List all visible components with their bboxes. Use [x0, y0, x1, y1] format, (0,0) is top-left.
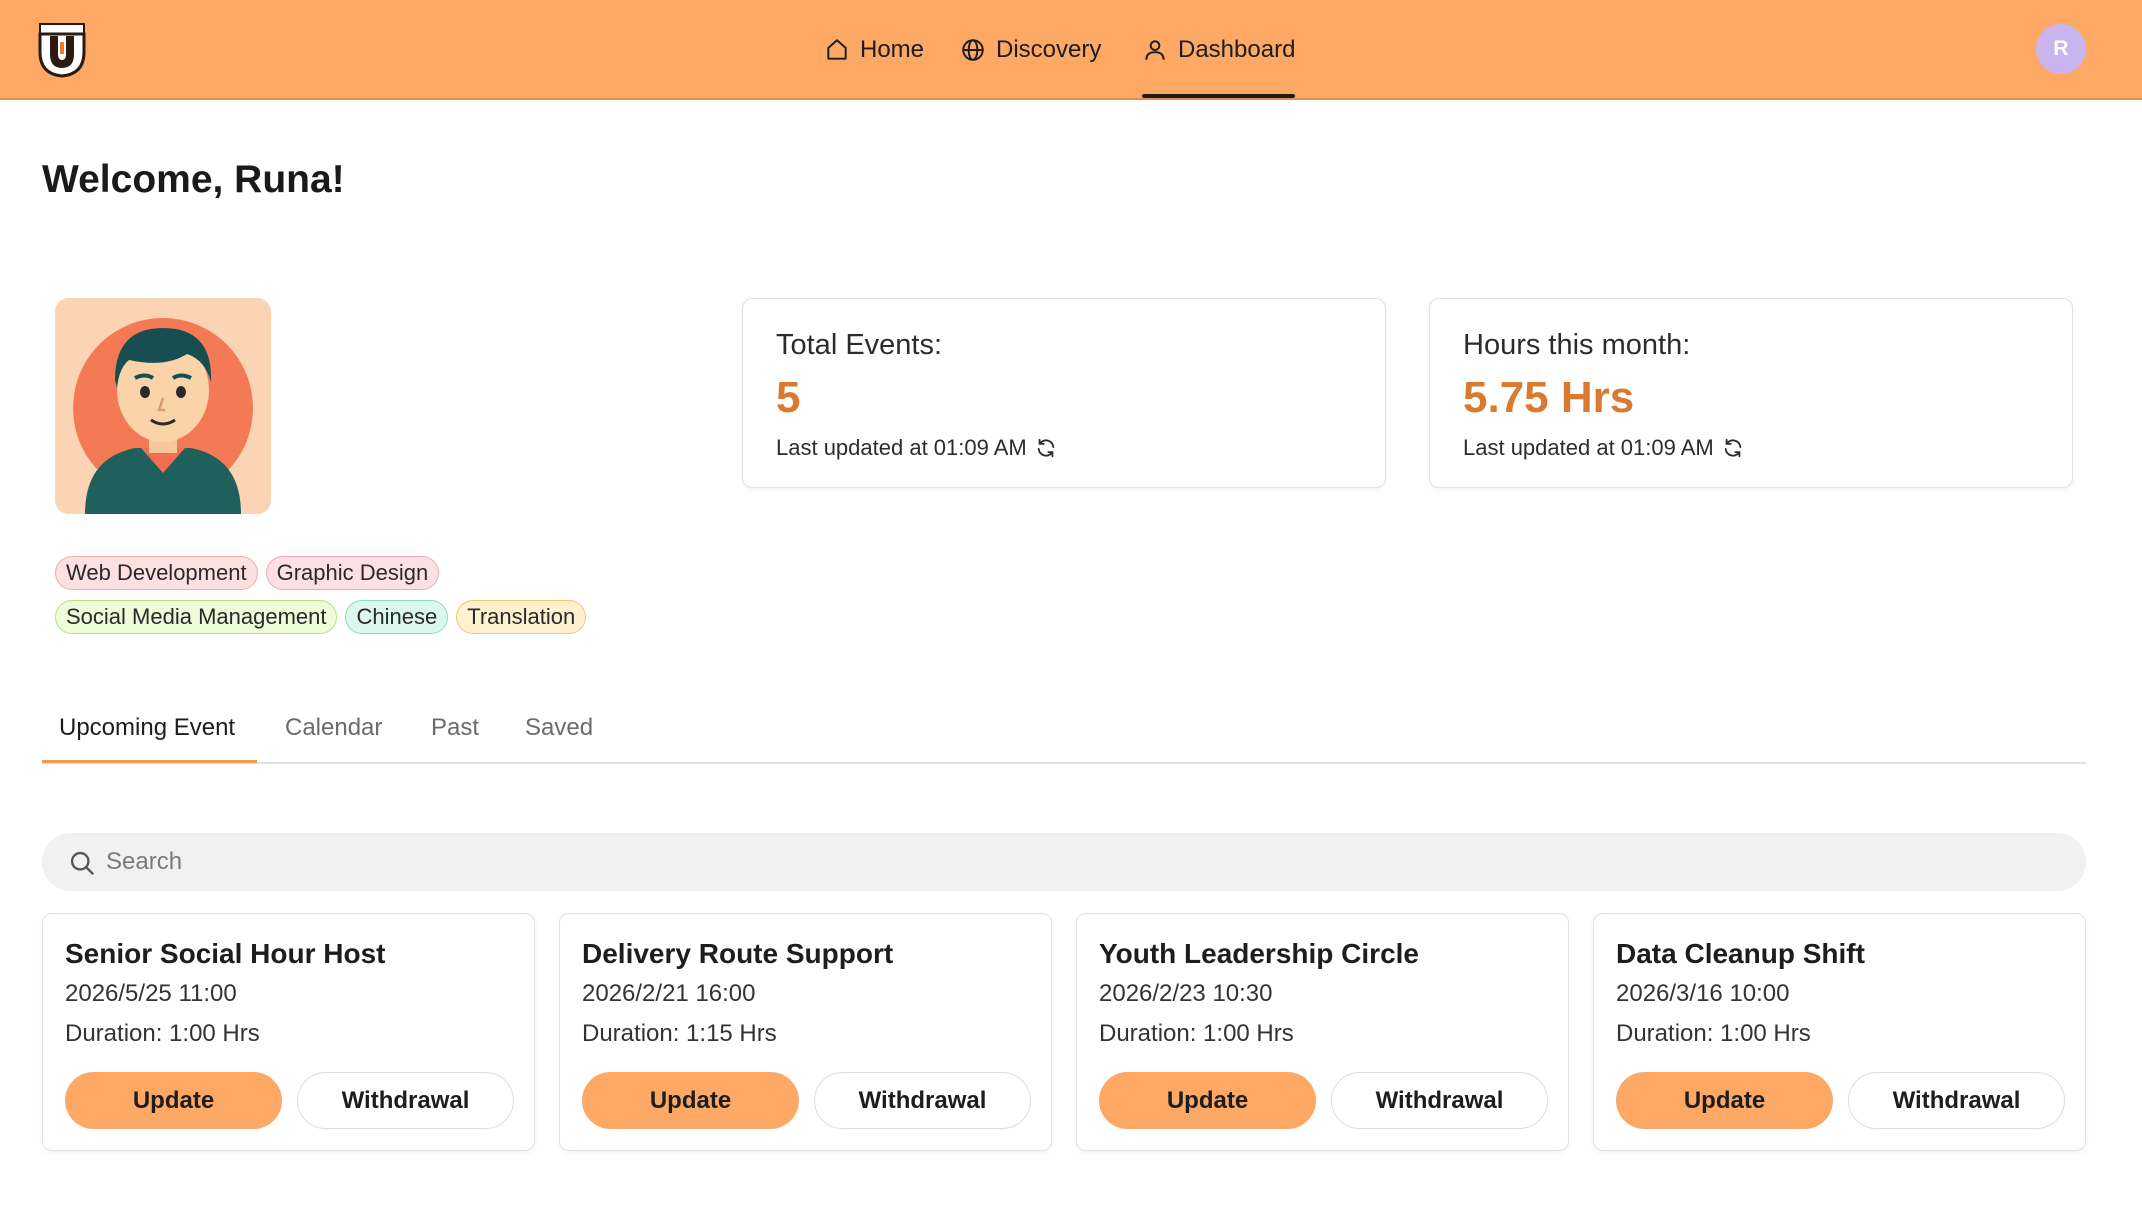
- withdrawal-button[interactable]: Withdrawal: [1848, 1072, 2065, 1129]
- refresh-icon[interactable]: [1035, 437, 1057, 459]
- event-duration: Duration: 1:00 Hrs: [65, 1020, 260, 1047]
- globe-icon: [962, 39, 984, 61]
- refresh-icon[interactable]: [1722, 437, 1744, 459]
- update-button[interactable]: Update: [1616, 1072, 1833, 1129]
- nav-home[interactable]: Home: [824, 30, 924, 70]
- event-card: Delivery Route Support 2026/2/21 16:00 D…: [559, 913, 1052, 1151]
- event-tabs: Upcoming Event Calendar Past Saved: [42, 704, 2086, 764]
- skill-tag: Chinese: [345, 600, 449, 634]
- withdrawal-button[interactable]: Withdrawal: [814, 1072, 1031, 1129]
- user-icon: [1145, 40, 1165, 60]
- search-input[interactable]: [106, 833, 2006, 891]
- hours-month-card: Hours this month: 5.75 Hrs Last updated …: [1429, 298, 2073, 488]
- skill-tag: Social Media Management: [55, 600, 338, 634]
- tab-calendar[interactable]: Calendar: [285, 714, 382, 742]
- tab-active-indicator: [42, 760, 257, 763]
- hours-month-updated-text: Last updated at 01:09 AM: [1463, 435, 1714, 460]
- event-date: 2026/2/23 10:30: [1099, 980, 1273, 1007]
- event-date: 2026/5/25 11:00: [65, 980, 237, 1007]
- event-title: Senior Social Hour Host: [65, 938, 386, 969]
- event-card: Youth Leadership Circle 2026/2/23 10:30 …: [1076, 913, 1569, 1151]
- hours-month-label: Hours this month:: [1463, 329, 1691, 361]
- event-card: Senior Social Hour Host 2026/5/25 11:00 …: [42, 913, 535, 1151]
- event-duration: Duration: 1:00 Hrs: [1099, 1020, 1294, 1047]
- skill-tag: Translation: [456, 600, 587, 634]
- total-events-value: 5: [776, 373, 801, 422]
- main-nav: Home Discovery Dashboard: [0, 0, 2142, 100]
- event-title: Data Cleanup Shift: [1616, 938, 1865, 969]
- total-events-updated-text: Last updated at 01:09 AM: [776, 435, 1027, 460]
- user-avatar-button[interactable]: R: [2036, 24, 2086, 74]
- skill-tag: Graphic Design: [265, 556, 440, 590]
- profile-picture: [55, 298, 271, 514]
- total-events-label: Total Events:: [776, 329, 943, 361]
- total-events-card: Total Events: 5 Last updated at 01:09 AM: [742, 298, 1386, 488]
- event-duration: Duration: 1:00 Hrs: [1616, 1020, 1811, 1047]
- nav-home-label: Home: [860, 36, 925, 63]
- event-title: Youth Leadership Circle: [1099, 938, 1419, 969]
- update-button[interactable]: Update: [1099, 1072, 1316, 1129]
- search-bar: [42, 833, 2086, 891]
- top-navbar: Home Discovery Dashboard R: [0, 0, 2142, 100]
- skill-tag: Web Development: [55, 556, 258, 590]
- tab-saved[interactable]: Saved: [525, 714, 593, 742]
- withdrawal-button[interactable]: Withdrawal: [1331, 1072, 1548, 1129]
- nav-dashboard[interactable]: Dashboard: [1142, 30, 1295, 70]
- nav-discovery[interactable]: Discovery: [960, 30, 1101, 70]
- hours-month-updated: Last updated at 01:09 AM: [1463, 435, 1744, 461]
- event-date: 2026/3/16 10:00: [1616, 980, 1790, 1007]
- event-cards: Senior Social Hour Host 2026/5/25 11:00 …: [42, 913, 2086, 1153]
- home-icon: [827, 39, 847, 60]
- event-title: Delivery Route Support: [582, 938, 894, 969]
- tab-upcoming-event[interactable]: Upcoming Event: [59, 714, 235, 742]
- update-button[interactable]: Update: [582, 1072, 799, 1129]
- nav-discovery-label: Discovery: [996, 36, 1102, 63]
- event-duration: Duration: 1:15 Hrs: [582, 1020, 777, 1047]
- tab-past[interactable]: Past: [431, 714, 479, 742]
- hours-month-value: 5.75 Hrs: [1463, 373, 1635, 422]
- nav-dashboard-label: Dashboard: [1178, 36, 1296, 63]
- event-date: 2026/2/21 16:00: [582, 980, 756, 1007]
- update-button[interactable]: Update: [65, 1072, 282, 1129]
- search-icon: [70, 851, 94, 875]
- nav-active-indicator: [1142, 94, 1295, 98]
- welcome-heading: Welcome, Runa!: [42, 158, 345, 201]
- skill-tags: Web Development Graphic Design Social Me…: [55, 556, 615, 644]
- profile-avatar-illustration: [55, 298, 271, 514]
- event-card: Data Cleanup Shift 2026/3/16 10:00 Durat…: [1593, 913, 2086, 1151]
- total-events-updated: Last updated at 01:09 AM: [776, 435, 1057, 461]
- withdrawal-button[interactable]: Withdrawal: [297, 1072, 514, 1129]
